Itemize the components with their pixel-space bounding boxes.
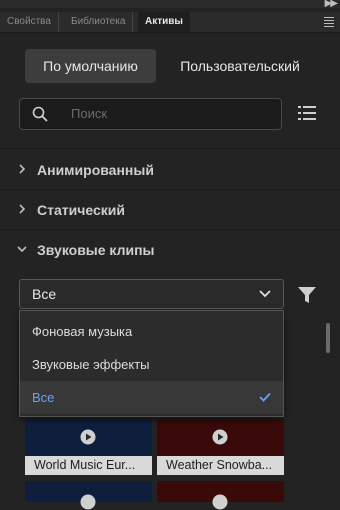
tab-properties[interactable]: Свойства: [0, 12, 59, 32]
chevron-down-icon: [259, 290, 271, 298]
filter-icon[interactable]: [298, 286, 316, 304]
play-icon[interactable]: [80, 494, 96, 510]
play-icon[interactable]: [212, 429, 228, 445]
clip-name: World Music Eur...: [25, 456, 152, 475]
clip-thumbnail: [25, 419, 152, 456]
sound-clip-tile[interactable]: [157, 481, 284, 510]
select-value: Все: [32, 286, 57, 302]
chevron-down-icon: [17, 246, 27, 253]
search-input[interactable]: Поиск: [71, 99, 107, 129]
clip-thumbnail: [25, 481, 152, 510]
list-view-icon[interactable]: [298, 104, 316, 122]
panel-tab-bar: Свойства Библиотека Активы: [0, 12, 340, 33]
sound-category-dropdown: Фоновая музыка Звуковые эффекты Все: [19, 310, 284, 417]
section-animated[interactable]: Анимированный: [0, 150, 340, 190]
checkmark-icon: [259, 392, 271, 402]
section-static[interactable]: Статический: [0, 190, 340, 230]
section-label: Статический: [37, 202, 125, 218]
tab-library[interactable]: Библиотека: [64, 12, 134, 32]
tab-assets[interactable]: Активы: [138, 12, 190, 32]
section-sound-clips[interactable]: Звуковые клипы: [0, 230, 340, 270]
search-icon: [32, 106, 48, 122]
chevron-right-icon: [19, 164, 26, 174]
custom-assets-button[interactable]: Пользовательский: [170, 49, 310, 83]
panel-menu-icon[interactable]: [324, 17, 334, 29]
divider: [0, 148, 340, 149]
collapse-panels-icon[interactable]: ▶▶: [325, 0, 338, 9]
play-icon[interactable]: [80, 429, 96, 445]
dropdown-option-label: Все: [32, 390, 55, 405]
section-label: Звуковые клипы: [37, 242, 155, 258]
sound-clip-tile[interactable]: World Music Eur...: [25, 419, 152, 475]
clip-thumbnail: [157, 481, 284, 510]
sound-clip-tile[interactable]: [25, 481, 152, 510]
scrollbar-thumb[interactable]: [326, 323, 330, 353]
dropdown-option-all[interactable]: Все: [20, 381, 283, 414]
chevron-right-icon: [19, 204, 26, 214]
clip-name: Weather Snowba...: [157, 456, 284, 475]
dropdown-option-background-music[interactable]: Фоновая музыка: [20, 315, 283, 348]
default-assets-button[interactable]: По умолчанию: [25, 49, 156, 83]
search-field[interactable]: Поиск: [19, 98, 282, 130]
panel-top-strip: ▶▶: [0, 0, 340, 9]
section-label: Анимированный: [37, 162, 154, 178]
clip-thumbnail: [157, 419, 284, 456]
play-icon[interactable]: [212, 494, 228, 510]
sound-category-select[interactable]: Все: [19, 279, 284, 309]
dropdown-option-sound-effects[interactable]: Звуковые эффекты: [20, 348, 283, 381]
sound-clip-tile[interactable]: Weather Snowba...: [157, 419, 284, 475]
